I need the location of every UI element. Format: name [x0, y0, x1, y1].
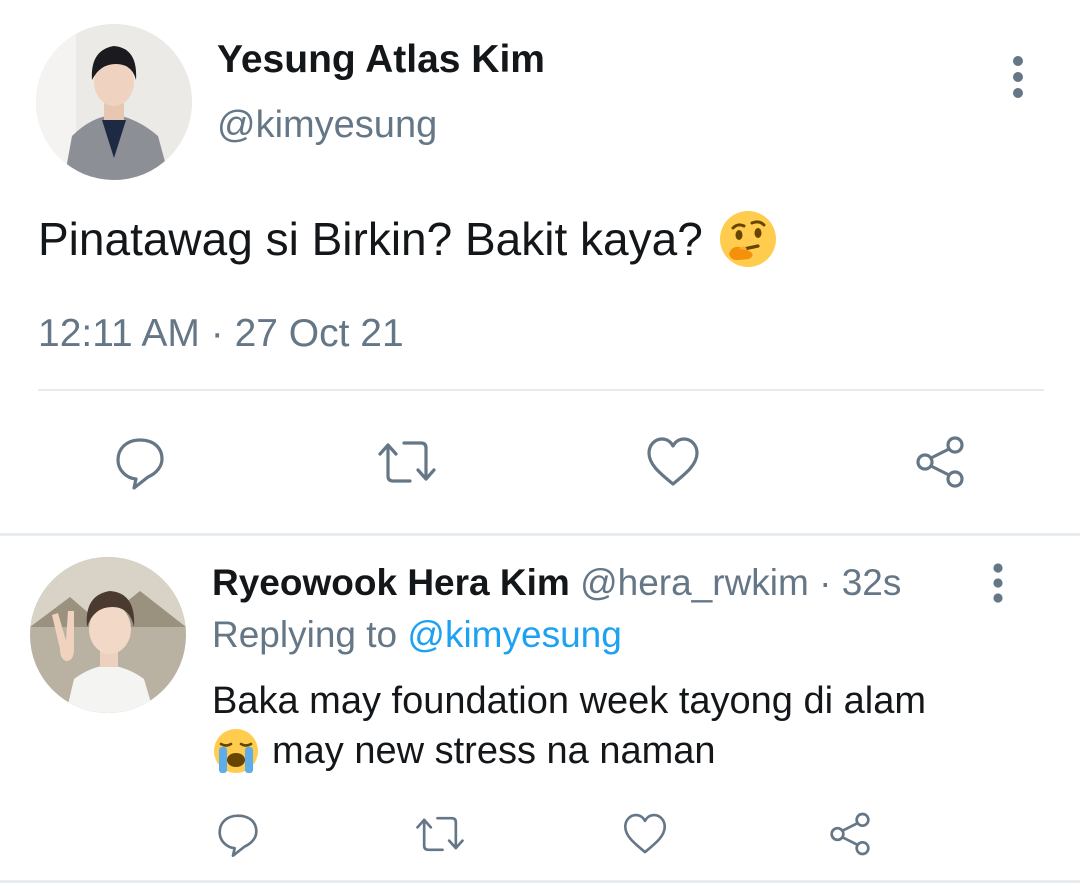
share-icon: [916, 436, 964, 488]
tweet-time: 12:11 AM: [38, 312, 200, 355]
retweet-icon: [378, 441, 436, 483]
author-name[interactable]: Yesung Atlas Kim: [217, 38, 545, 82]
like-button[interactable]: [638, 430, 708, 494]
reply-header: Ryeowook Hera Kim @hera_rwkim · 32s: [212, 562, 901, 604]
reply-reply-button[interactable]: [208, 806, 268, 862]
replying-to-mention[interactable]: @kimyesung: [407, 614, 621, 655]
reply-body: Baka may foundation week tayong di alam …: [212, 676, 1062, 776]
heart-icon: [623, 813, 667, 854]
reply-age: 32s: [841, 562, 902, 603]
section-divider: [0, 533, 1080, 536]
author-handle[interactable]: @kimyesung: [217, 104, 437, 147]
tweet-date: 27 Oct 21: [234, 312, 404, 355]
more-options-icon[interactable]: [998, 52, 1038, 102]
share-icon: [830, 812, 870, 856]
reply-author-avatar[interactable]: [30, 557, 186, 713]
reply-retweet-button[interactable]: [410, 806, 470, 862]
reply-text-line-1: Baka may foundation week tayong di alam: [212, 680, 926, 722]
retweet-button[interactable]: [372, 430, 442, 494]
heart-icon: [647, 437, 699, 486]
reply-like-button[interactable]: [615, 806, 675, 862]
tweet-timestamp: 12:11 AM · 27 Oct 21: [38, 312, 404, 356]
retweet-icon: [416, 816, 464, 852]
tweet-body: Pinatawag si Birkin? Bakit kaya?: [38, 208, 779, 270]
reply-more-options-icon[interactable]: [980, 560, 1016, 606]
loudly-crying-face-emoji-icon: [212, 727, 260, 775]
tweet-text: Pinatawag si Birkin? Bakit kaya?: [38, 213, 703, 265]
replying-to-label: Replying to: [212, 614, 398, 655]
reply-text-line-2: may new stress na naman: [272, 730, 716, 772]
divider: [38, 389, 1044, 391]
share-button[interactable]: [905, 430, 975, 494]
author-avatar[interactable]: [36, 24, 192, 180]
reply-share-button[interactable]: [820, 806, 880, 862]
reply-icon: [218, 814, 258, 857]
reply-author-handle[interactable]: @hera_rwkim: [580, 562, 809, 603]
reply-author-name[interactable]: Ryeowook Hera Kim: [212, 562, 570, 603]
reply-separator: ·: [819, 562, 832, 603]
bottom-divider: [0, 880, 1080, 883]
reply-button[interactable]: [105, 430, 175, 494]
meta-separator: ·: [210, 312, 224, 355]
reply-icon: [116, 438, 164, 490]
replying-to: Replying to @kimyesung: [212, 614, 622, 656]
thinking-face-emoji-icon: [717, 208, 779, 270]
